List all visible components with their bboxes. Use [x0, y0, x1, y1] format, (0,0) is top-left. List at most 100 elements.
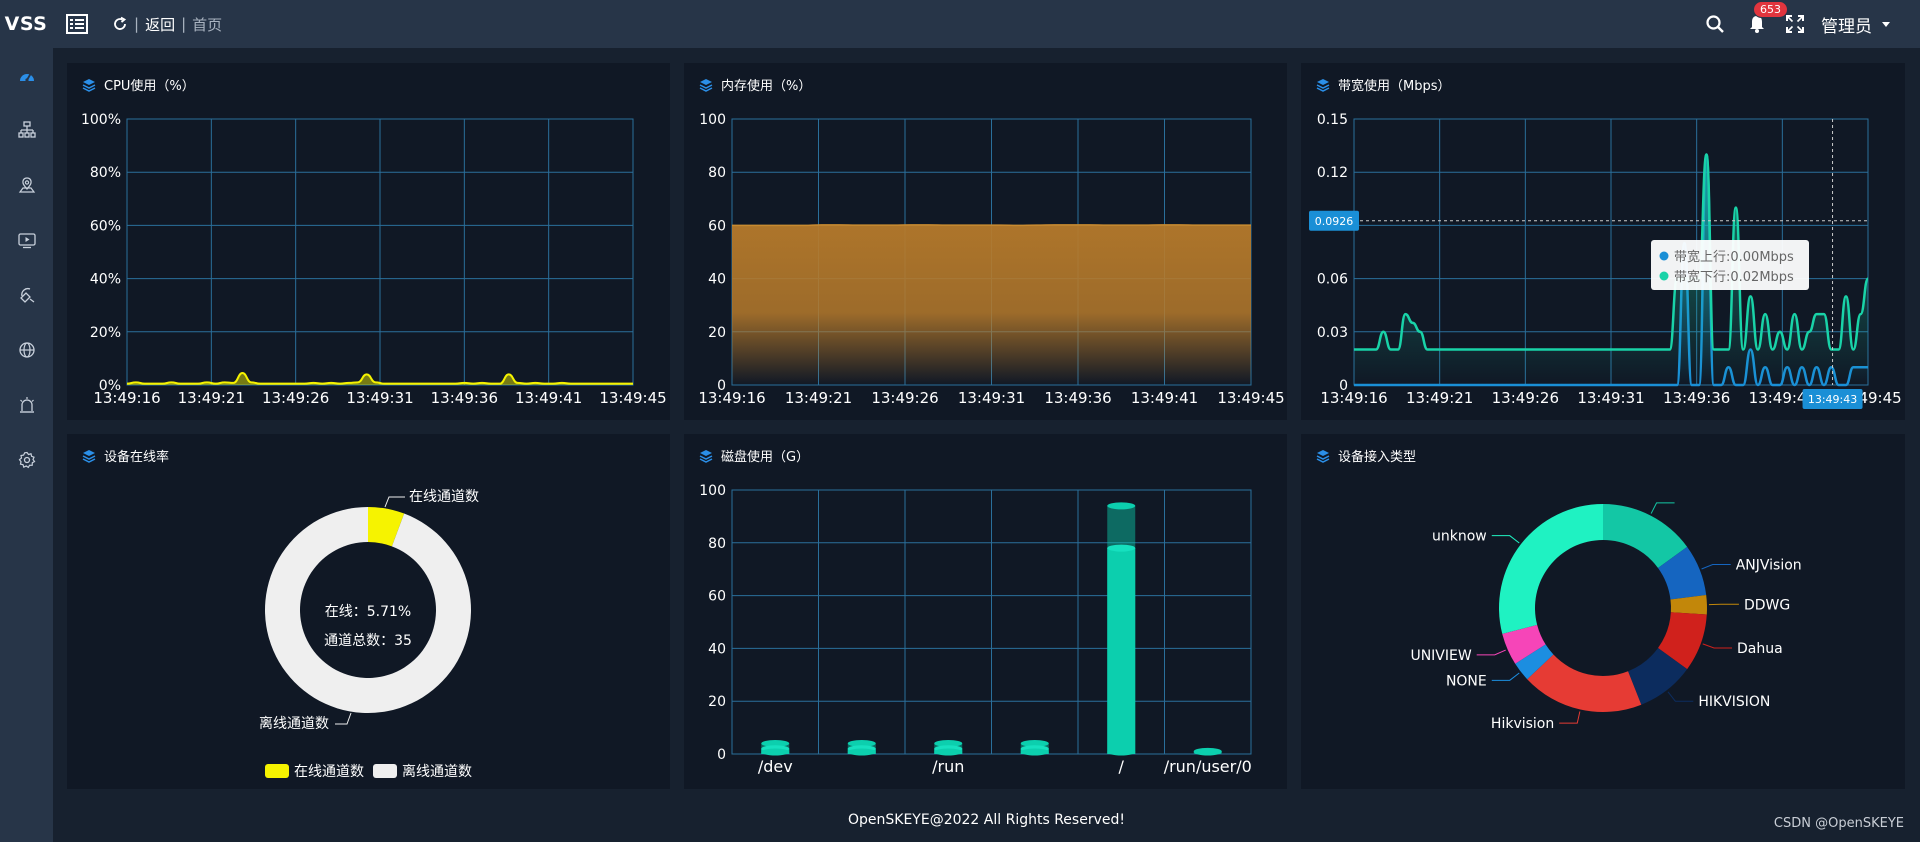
slice-label: Hikvision — [1491, 716, 1554, 732]
y-tick-label: 40 — [708, 641, 726, 657]
user-name: 管理员 — [1821, 16, 1872, 37]
label-line — [1476, 649, 1506, 656]
y-tick-label: 0.12 — [1317, 165, 1348, 181]
x-tick-label: 13:49:31 — [958, 389, 1025, 407]
y-tick-label: 20 — [708, 325, 726, 341]
dashboard-icon[interactable] — [18, 68, 36, 86]
memory-chart: 02040608010013:49:16 13:49:21 13:49:26 13:4… — [698, 112, 1284, 407]
label-line — [1491, 535, 1520, 544]
disk-bar-base — [1193, 748, 1222, 756]
y-tick-label: 40 — [708, 272, 726, 288]
x-tick-label: 13:49:41 — [515, 389, 582, 407]
x-tick-label: 13:49:41 — [1131, 389, 1198, 407]
fullscreen-icon[interactable] — [1785, 14, 1805, 34]
globe-icon[interactable] — [18, 341, 36, 359]
x-tick-label: /run — [932, 757, 964, 776]
disk-panel: 0 20 40 60 80 100/dev/run / /run/user/0 磁盘使用（G） — [684, 434, 1287, 789]
x-tick-label: 13:49:16 — [698, 389, 765, 407]
x-tick-label: 13:49:31 — [1577, 389, 1644, 407]
gear-icon[interactable] — [18, 451, 36, 469]
online-chart: 在线：5.71%通道总数：35在线通道数离线通道数在线通道数 离线通道数 — [259, 489, 479, 780]
y-tick-label: 0.15 — [1317, 112, 1348, 128]
chevron-down-icon — [1882, 21, 1890, 27]
y-tick-label: 100% — [81, 112, 121, 128]
disk-bar-base — [1107, 748, 1136, 756]
layers-icon — [1316, 78, 1330, 92]
legend-swatch — [265, 764, 289, 778]
donut-center-total: 通道总数：35 — [324, 633, 412, 649]
y-tick-label: 20% — [90, 325, 121, 341]
y-tick-label: 100 — [699, 112, 726, 128]
device-tree-icon[interactable] — [18, 121, 36, 139]
layers-icon — [1316, 449, 1330, 463]
user-menu[interactable]: 管理员 — [1821, 12, 1890, 37]
disk-bar-base — [847, 748, 876, 756]
tooltip-text: 带宽下行:0.02Mbps — [1674, 269, 1794, 285]
notification-button[interactable]: 653 — [1747, 1, 1788, 34]
cpu-title: CPU使用（%） — [104, 79, 195, 94]
x-pointer-label: 13:49:43 — [1808, 393, 1857, 406]
online-panel: 在线：5.71% 通道总数：35 在线通道数 离线通道数 在线通道数 离线通道数 设备在线… — [67, 434, 670, 789]
app-logo: VSS — [4, 13, 48, 35]
top-bar: VSS | 返回 | 首页 653 管理员 — [0, 0, 1920, 48]
x-tick-label: 13:49:26 — [1492, 389, 1559, 407]
memory-area — [732, 224, 1251, 385]
access-chart: ANJVision DDWG Dahua HIKVISION Hikvision NONE… — [1410, 502, 1802, 732]
y-tick-label: 0.06 — [1317, 272, 1348, 288]
panel-title: 磁盘使用（G） — [699, 446, 809, 465]
panel-title: 设备在线率 — [82, 446, 169, 465]
panel-title: CPU使用（%） — [82, 75, 195, 94]
separator: | — [181, 15, 187, 33]
legend-label: 离线通道数 — [402, 763, 472, 780]
x-tick-label: 13:49:45 — [1217, 389, 1284, 407]
menu-toggle-icon[interactable] — [66, 14, 88, 34]
slice-label: HIKVISION — [1698, 694, 1770, 710]
x-tick-label: 13:49:36 — [431, 389, 498, 407]
location-icon[interactable] — [18, 176, 36, 194]
search-icon[interactable] — [1705, 14, 1725, 34]
legend-swatch — [373, 764, 397, 778]
x-tick-label: / — [1119, 757, 1125, 776]
panel-title: 带宽使用（Mbps） — [1316, 75, 1451, 94]
y-tick-label: 80% — [90, 165, 121, 181]
label-line — [1702, 643, 1733, 649]
notification-badge: 653 — [1753, 1, 1788, 18]
label-line — [1667, 691, 1694, 702]
back-link[interactable]: 返回 — [145, 14, 175, 35]
donut-slice — [1527, 654, 1642, 712]
y-tick-label: 40% — [90, 272, 121, 288]
breadcrumb[interactable]: 首页 — [192, 14, 222, 35]
label-line — [1559, 711, 1581, 724]
disk-bar-base — [934, 748, 963, 756]
label-line — [1701, 564, 1731, 570]
separator: | — [134, 15, 140, 33]
video-icon[interactable] — [18, 231, 36, 249]
layers-icon — [82, 78, 96, 92]
disk-used-cap — [1107, 544, 1136, 552]
slice-label: Dahua — [1737, 641, 1783, 657]
x-tick-label: 13:49:16 — [1320, 389, 1387, 407]
x-tick-label: /run/user/0 — [1164, 757, 1252, 776]
panel-title: 设备接入类型 — [1316, 446, 1416, 465]
y-tick-label: 100 — [699, 483, 726, 499]
access-panel: ANJVision DDWG Dahua HIKVISION Hikvision NONE… — [1301, 434, 1905, 789]
memory-title: 内存使用（%） — [721, 79, 812, 94]
x-tick-label: 13:49:36 — [1044, 389, 1111, 407]
alarm-config-icon[interactable] — [18, 286, 36, 304]
siren-icon[interactable] — [18, 396, 36, 414]
x-tick-label: 13:49:36 — [1663, 389, 1730, 407]
donut-center-online: 在线：5.71% — [325, 604, 411, 620]
slice-label-online: 在线通道数 — [409, 489, 479, 505]
disk-total-cap — [1107, 502, 1136, 510]
watermark: CSDN @OpenSKEYE — [1773, 816, 1904, 831]
donut-slice — [1499, 504, 1603, 634]
slice-label: DDWG — [1744, 597, 1790, 613]
online-title: 设备在线率 — [104, 450, 170, 465]
refresh-icon[interactable] — [112, 16, 128, 32]
memory-line — [731, 224, 1251, 227]
y-tick-label: 0 — [717, 747, 726, 763]
x-tick-label: /dev — [758, 757, 793, 776]
slice-label: unknow — [1432, 529, 1487, 545]
layers-icon — [699, 78, 713, 92]
label-line — [1491, 672, 1520, 681]
